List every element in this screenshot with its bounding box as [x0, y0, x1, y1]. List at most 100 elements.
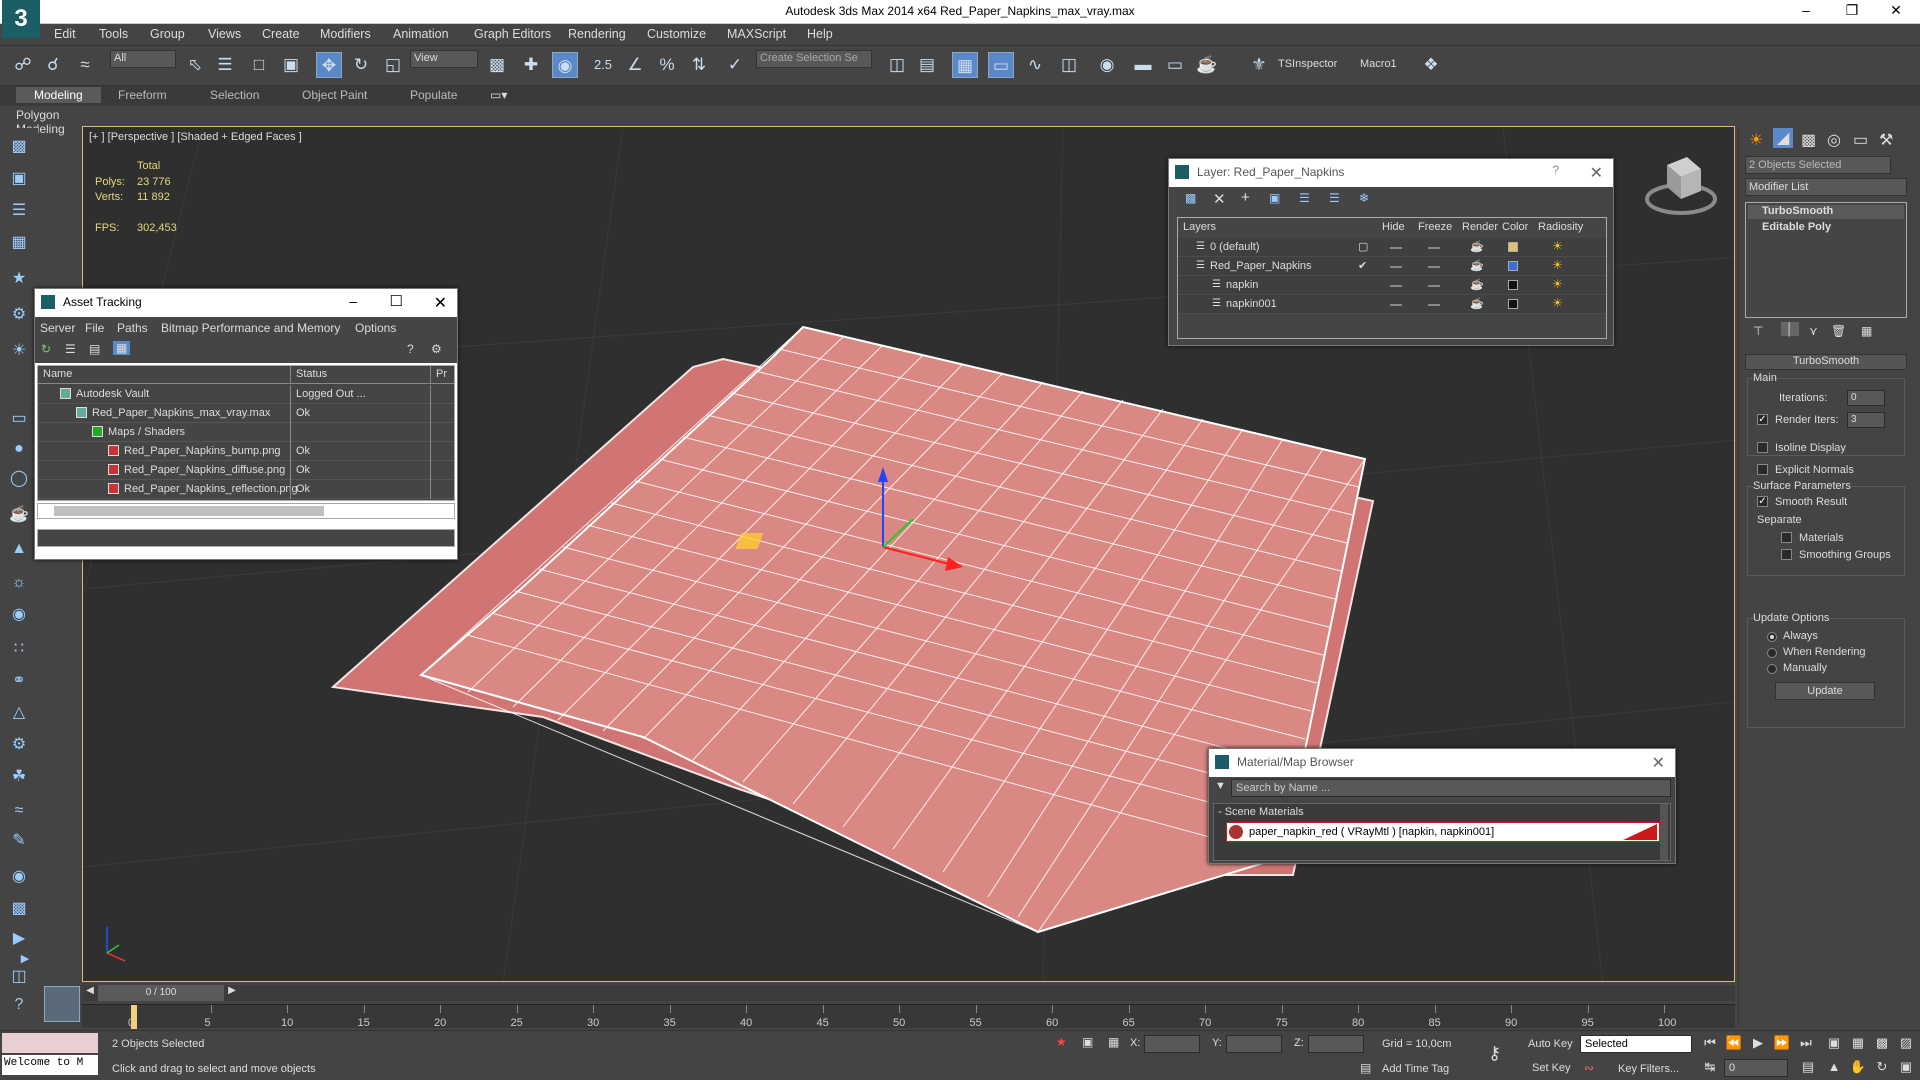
rect-selection-icon[interactable]: □: [246, 52, 272, 78]
dynamics-icon[interactable]: ⚭: [8, 670, 30, 692]
horizontal-scrollbar[interactable]: [37, 503, 455, 519]
time-tag-icon[interactable]: ▤: [1360, 1061, 1371, 1075]
select-manipulate-icon[interactable]: ✚: [518, 52, 544, 78]
browser-options-icon[interactable]: ▼: [1215, 780, 1226, 792]
prev-frame-icon[interactable]: ◀: [82, 985, 98, 1001]
named-selection-set-dropdown[interactable]: Create Selection Se: [756, 50, 872, 68]
particles-icon[interactable]: ∷: [8, 638, 30, 660]
field-of-view-icon[interactable]: ▲: [1824, 1059, 1844, 1077]
menu-group[interactable]: Group: [150, 27, 185, 41]
make-unique-icon[interactable]: ⋎: [1809, 324, 1818, 338]
pin-stack-icon[interactable]: ⊤: [1753, 324, 1763, 338]
select-scale-icon[interactable]: ◱: [380, 52, 406, 78]
remove-modifier-icon[interactable]: 🗑: [1831, 324, 1846, 338]
teapot-icon[interactable]: ☕: [8, 504, 30, 526]
curve-editor-icon[interactable]: ∿: [1022, 52, 1048, 78]
asset-menu-paths[interactable]: Paths: [117, 321, 148, 335]
options-icon[interactable]: ⚙: [431, 342, 442, 356]
stack-item-turbosmooth[interactable]: TurboSmooth: [1748, 205, 1904, 219]
key-icon[interactable]: ⚷: [1488, 1043, 1501, 1064]
next-frame-icon[interactable]: ▶: [224, 985, 240, 1001]
track-bar-ruler[interactable]: 0510152025303540455055606570758085909510…: [82, 1004, 1735, 1029]
time-config-icon[interactable]: ▤: [1798, 1059, 1818, 1077]
sun-icon[interactable]: ☼: [8, 572, 30, 594]
modifier-list-dropdown[interactable]: Modifier List: [1745, 178, 1907, 196]
render-teapot-icon[interactable]: ☕: [1470, 297, 1484, 310]
default-tangent-icon[interactable]: ∾: [1584, 1061, 1594, 1075]
layer-row[interactable]: ☰ napkin ☕ ☀: [1178, 276, 1606, 295]
explicit-normals-checkbox[interactable]: [1757, 464, 1768, 475]
column-color[interactable]: Color: [1502, 221, 1528, 233]
manually-radio[interactable]: [1767, 664, 1777, 674]
refresh-icon[interactable]: ↻: [41, 342, 51, 356]
scene-materials-header[interactable]: - Scene Materials: [1218, 806, 1304, 818]
column-name[interactable]: Name: [43, 368, 72, 380]
keyboard-shortcut-override-icon[interactable]: ◉: [552, 52, 578, 78]
layer-name[interactable]: napkin: [1226, 279, 1258, 291]
help-icon[interactable]: ?: [407, 342, 414, 356]
always-radio[interactable]: [1767, 632, 1777, 642]
hair-icon[interactable]: ≈: [8, 800, 30, 822]
layer-color-swatch[interactable]: [1508, 299, 1518, 309]
asset-menu-bitmap[interactable]: Bitmap Performance and Memory: [161, 321, 340, 335]
tab-object-paint[interactable]: Object Paint: [302, 88, 367, 102]
smoothing-groups-checkbox[interactable]: [1781, 549, 1792, 560]
percent-snap-icon[interactable]: %: [654, 52, 680, 78]
rollout-turbosmooth[interactable]: TurboSmooth: [1745, 354, 1907, 370]
rendered-frame-window-icon[interactable]: ▭: [1162, 52, 1188, 78]
freeze-toggle[interactable]: [1428, 304, 1440, 306]
go-to-start-icon[interactable]: ⏮: [1700, 1035, 1720, 1053]
radiosity-icon[interactable]: ☀: [1552, 277, 1563, 291]
angle-snap-icon[interactable]: ∠: [622, 52, 648, 78]
next-frame-button-icon[interactable]: ⏩: [1772, 1035, 1792, 1053]
render-iters-spinner[interactable]: 3: [1847, 412, 1885, 428]
asset-menu-server[interactable]: Server: [40, 321, 75, 335]
layer-manager-icon[interactable]: ▦: [952, 52, 978, 78]
disc-icon[interactable]: ◉: [8, 604, 30, 626]
list-view-icon[interactable]: ☰: [65, 342, 76, 356]
render-production-icon[interactable]: ☕: [1194, 52, 1220, 78]
play-icon[interactable]: ▶: [1748, 1035, 1768, 1053]
layer-manager-titlebar[interactable]: Layer: Red_Paper_Napkins ? ✕: [1169, 159, 1613, 187]
scrollbar-thumb[interactable]: [54, 506, 324, 516]
selection-filter-dropdown[interactable]: All: [110, 50, 176, 68]
asset-row[interactable]: Maps / Shaders: [38, 423, 454, 442]
pan-icon[interactable]: ✋: [1848, 1059, 1868, 1077]
vertical-scrollbar[interactable]: [1660, 804, 1668, 860]
align-icon[interactable]: ▤: [914, 52, 940, 78]
layer-name[interactable]: 0 (default): [1210, 241, 1260, 253]
layer-row[interactable]: ☰ Red_Paper_Napkins ✔ ☕ ☀: [1178, 257, 1606, 276]
zoom-extents-all-icon[interactable]: ▨: [1896, 1035, 1916, 1053]
materials-checkbox[interactable]: [1781, 532, 1792, 543]
column-radiosity[interactable]: Radiosity: [1538, 221, 1583, 233]
tab-selection[interactable]: Selection: [210, 88, 259, 102]
hierarchy-tab-icon[interactable]: ▩: [1801, 130, 1816, 150]
add-time-tag[interactable]: Add Time Tag: [1382, 1063, 1449, 1075]
layer-name[interactable]: napkin001: [1226, 298, 1277, 310]
help-icon[interactable]: ?: [8, 994, 30, 1016]
maxscript-listener[interactable]: Welcome to M: [2, 1055, 98, 1075]
expand-arrow-icon[interactable]: ▶: [14, 948, 36, 970]
key-mode-icon[interactable]: ↹: [1700, 1059, 1720, 1077]
close-icon[interactable]: ✕: [434, 293, 447, 313]
layer-row[interactable]: ☰ 0 (default) ▢ ☕ ☀: [1178, 238, 1606, 257]
motion-tab-icon[interactable]: ◎: [1827, 130, 1841, 150]
freeze-toggle[interactable]: [1428, 247, 1440, 249]
reference-coord-dropdown[interactable]: View: [410, 50, 478, 68]
mini-listener-button[interactable]: [44, 986, 80, 1022]
menu-create[interactable]: Create: [262, 27, 300, 41]
object-name-field[interactable]: 2 Objects Selected: [1745, 156, 1891, 174]
scene-explorer-icon[interactable]: ★: [8, 268, 30, 290]
clone-icon[interactable]: ▣: [8, 168, 30, 190]
zoom-all-icon[interactable]: ▦: [1848, 1035, 1868, 1053]
maxscript-listener-pink[interactable]: [2, 1033, 98, 1053]
layer-row[interactable]: ☰ napkin001 ☕ ☀: [1178, 295, 1606, 314]
go-to-end-icon[interactable]: ⏭: [1796, 1035, 1816, 1053]
triangle-icon[interactable]: △: [8, 702, 30, 724]
sphere-icon[interactable]: ●: [8, 438, 30, 460]
menu-views[interactable]: Views: [208, 27, 241, 41]
asset-menu-options[interactable]: Options: [355, 321, 396, 335]
app-logo-icon[interactable]: 3: [2, 0, 40, 38]
cone-icon[interactable]: ▲: [8, 538, 30, 560]
asset-row[interactable]: Red_Paper_Napkins_bump.png Ok: [38, 442, 454, 461]
